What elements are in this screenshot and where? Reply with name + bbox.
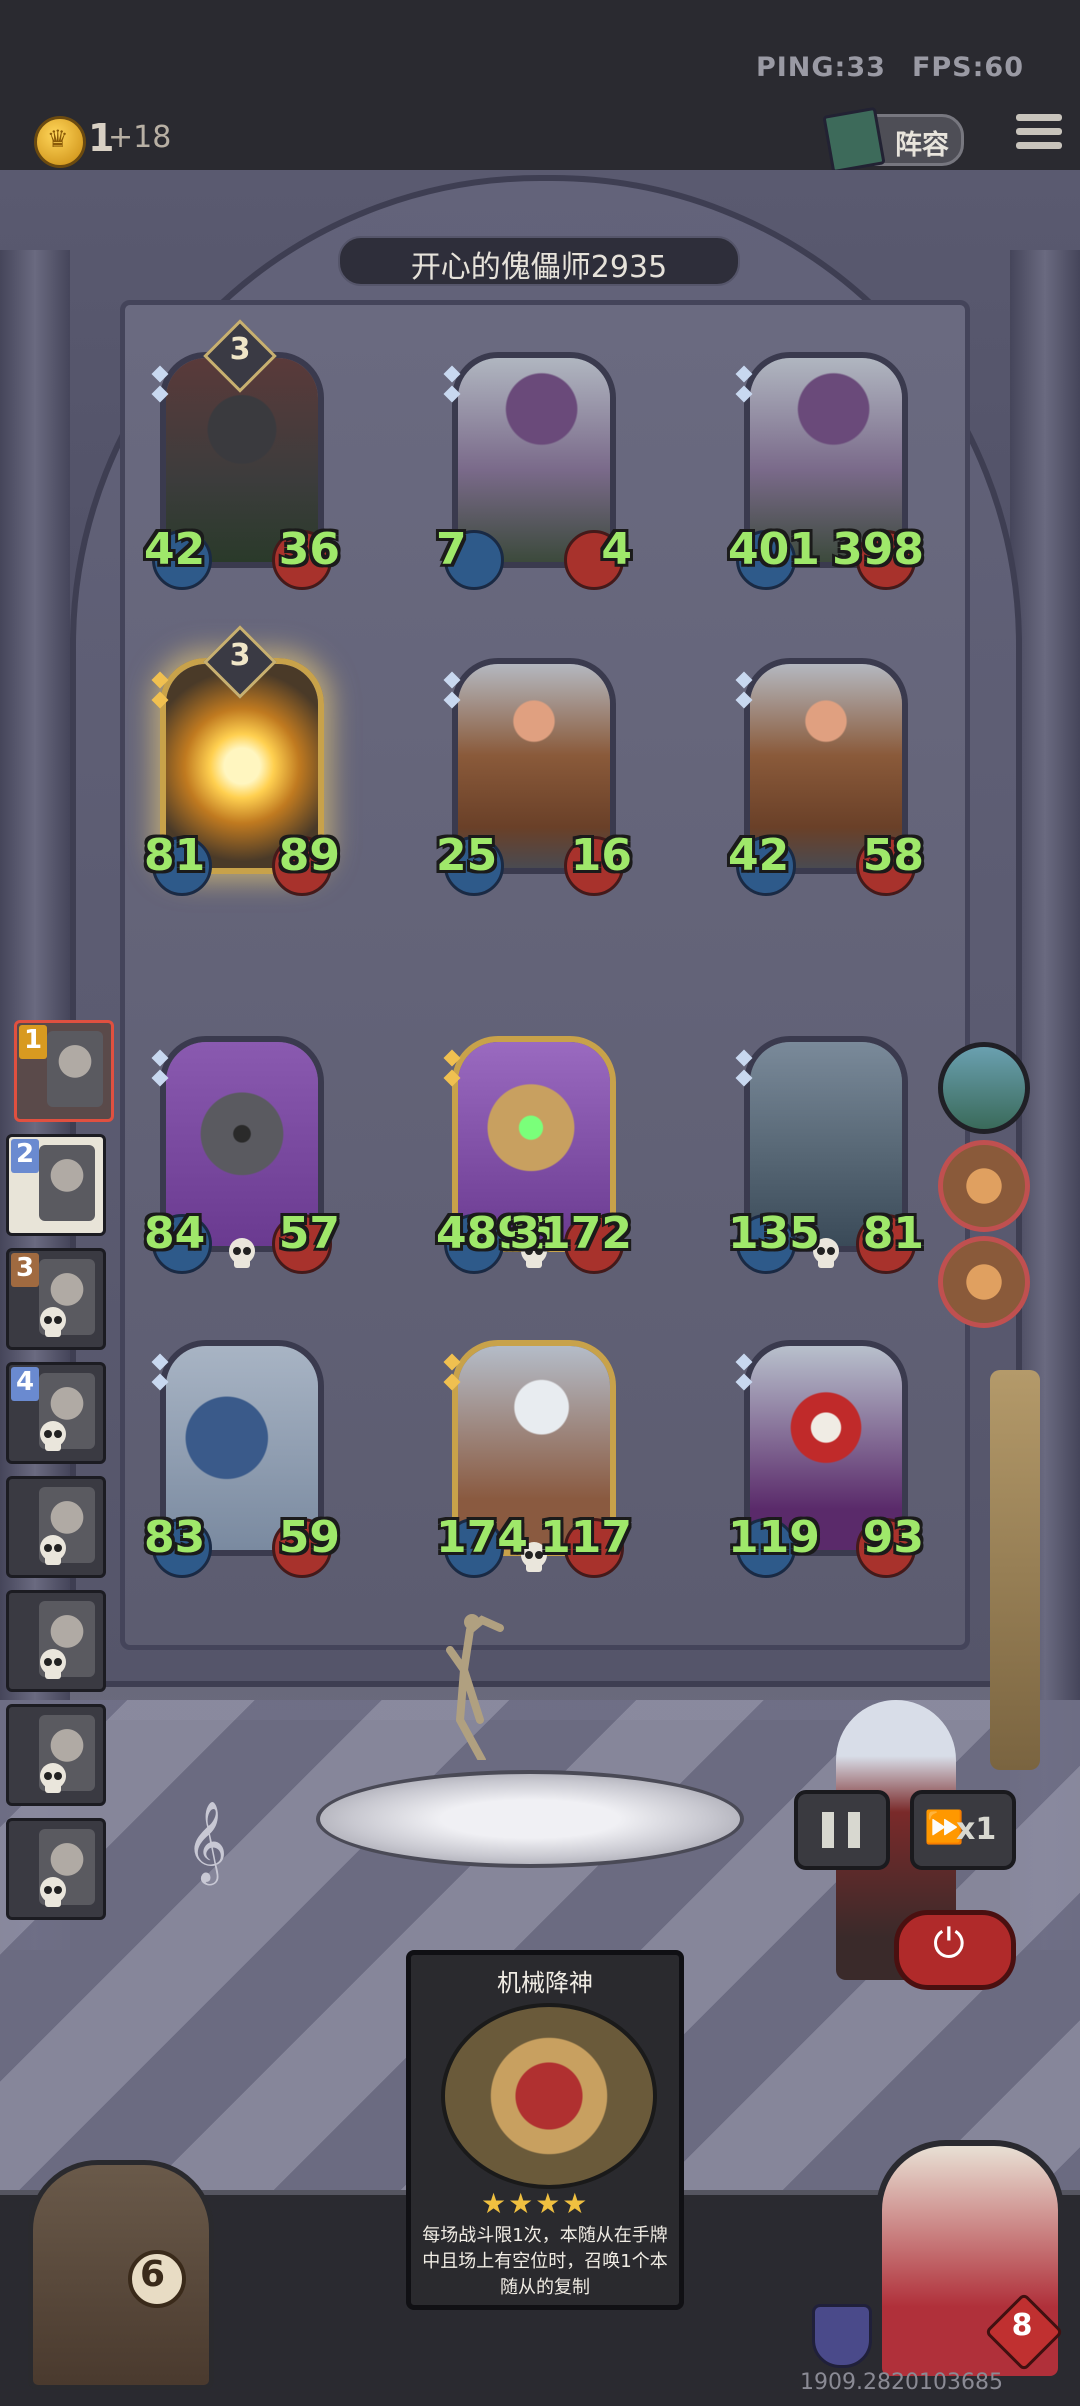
roster-slot[interactable]	[6, 1704, 106, 1806]
tier-number: 3	[229, 638, 251, 673]
attack-value: 42	[144, 524, 206, 575]
network-status: PING:33 FPS:60	[730, 52, 1024, 83]
speed-label: x1	[956, 1812, 997, 1847]
hunter-minion[interactable]: 74	[436, 352, 632, 592]
attack-value: 174	[436, 1512, 528, 1563]
attack-value: 7	[436, 524, 467, 575]
version-text: 1909.2820103685	[800, 2370, 1003, 2395]
health-value: 4	[601, 524, 632, 575]
eliminated-skull-icon	[40, 1421, 66, 1451]
harp-decoration	[990, 1370, 1040, 1770]
lineup-book-icon	[822, 106, 886, 174]
health-value: 93	[862, 1512, 924, 1563]
robot-minion[interactable]: 84 57	[144, 1036, 340, 1276]
dancer-statue	[446, 1614, 504, 1760]
eliminated-skull-icon	[40, 1649, 66, 1679]
health-value: 58	[862, 830, 924, 881]
spell-card-art	[441, 2003, 657, 2189]
roster-slot[interactable]	[6, 1590, 106, 1692]
roster-rank: 2	[11, 1139, 39, 1173]
pause-button[interactable]	[794, 1790, 890, 1870]
attack-value: 135	[728, 1208, 820, 1259]
lineup-button[interactable]: 阵容	[822, 106, 964, 174]
hero-health: 8	[1011, 2308, 1033, 2343]
menu-icon[interactable]	[1016, 114, 1062, 156]
health-value: 81	[862, 1208, 924, 1259]
spell-card-description: 每场战斗限1次，本随从在手牌中且场上有空位时，召唤1个本随从的复制	[422, 2225, 668, 2298]
tier-number: 3	[229, 332, 251, 367]
eliminated-skull-icon	[40, 1307, 66, 1337]
ping-text: PING:33	[755, 52, 886, 83]
health-value: 36	[278, 524, 340, 575]
shop-count: 6	[140, 2254, 166, 2295]
spell-card-stars: ★★★★	[481, 2187, 590, 2220]
dragon-minion[interactable]: 83 59	[144, 1340, 340, 1580]
health-value: 398	[832, 524, 924, 575]
hunter-minion-2[interactable]: 401 398	[728, 352, 924, 592]
enemy-portrait-2[interactable]	[938, 1140, 1030, 1232]
eliminated-skull-icon	[40, 1763, 66, 1793]
attack-value: 84	[144, 1208, 206, 1259]
attack-value: 401	[728, 524, 820, 575]
attack-value: 42	[728, 830, 790, 881]
roster-slot[interactable]	[6, 1476, 106, 1578]
health-value: 57	[278, 1208, 340, 1259]
roster-slot[interactable]: 2	[6, 1134, 106, 1236]
spell-card[interactable]: 机械降神 ★★★★ 每场战斗限1次，本随从在手牌中且场上有空位时，召唤1个本随从…	[406, 1950, 684, 2310]
roster-rank: 1	[19, 1025, 47, 1059]
health-value: 59	[278, 1512, 340, 1563]
health-value: 117	[540, 1512, 632, 1563]
spell-card-title: 机械降神	[497, 1969, 593, 1997]
roster-slot[interactable]: 3	[6, 1248, 106, 1350]
lineup-label: 阵容	[895, 130, 949, 161]
opponent-face-icon	[47, 1031, 103, 1107]
chest-minion[interactable]: 135 81	[728, 1036, 924, 1276]
gold-income: +18	[108, 120, 172, 155]
opponent-name: 开心的傀儡师2935	[410, 250, 668, 285]
health-value: 3172	[509, 1208, 632, 1259]
guard-minion-2[interactable]: 42 58	[728, 658, 924, 898]
attack-value: 119	[728, 1512, 820, 1563]
mech-laser-minion[interactable]: 4895 3172	[436, 1036, 632, 1276]
roster-rank: 3	[11, 1253, 39, 1287]
eliminated-skull-icon	[40, 1877, 66, 1907]
bot-minion[interactable]: 174 117	[436, 1340, 632, 1580]
roster-slot[interactable]	[6, 1818, 106, 1920]
deathrattle-skull-icon	[229, 1238, 255, 1268]
health-value: 89	[278, 830, 340, 881]
fps-text: FPS:60	[911, 52, 1024, 83]
enemy-portrait-1[interactable]	[938, 1042, 1030, 1134]
shop-tavern-button[interactable]	[28, 2160, 214, 2390]
turntable	[316, 1770, 744, 1868]
attack-value: 81	[144, 830, 206, 881]
eliminated-skull-icon	[40, 1535, 66, 1565]
clown-minion[interactable]: 119 93	[728, 1340, 924, 1580]
shield-knight-minion[interactable]: 3 42 36	[144, 319, 340, 592]
gold-coin-icon	[34, 116, 86, 168]
opponent-roster: 1 2 3 4	[0, 1020, 114, 1920]
guard-minion[interactable]: 25 16	[436, 658, 632, 898]
roster-rank: 4	[11, 1367, 39, 1401]
power-button[interactable]	[894, 1910, 1016, 1990]
speed-button[interactable]: ⏩ x1	[910, 1790, 1016, 1870]
roster-slot[interactable]: 4	[6, 1362, 106, 1464]
opponent-face-icon	[39, 1145, 95, 1221]
health-value: 16	[570, 830, 632, 881]
fire-golem-minion[interactable]: 3 81 89	[144, 625, 340, 898]
opponent-name-bar: 开心的傀儡师2935	[338, 236, 740, 286]
enemy-portrait-3[interactable]	[938, 1236, 1030, 1328]
roster-slot[interactable]: 1	[14, 1020, 114, 1122]
treble-clef-icon: 𝄞	[186, 1800, 228, 1882]
armor-shield-icon	[812, 2304, 872, 2368]
attack-value: 25	[436, 830, 498, 881]
attack-value: 83	[144, 1512, 206, 1563]
